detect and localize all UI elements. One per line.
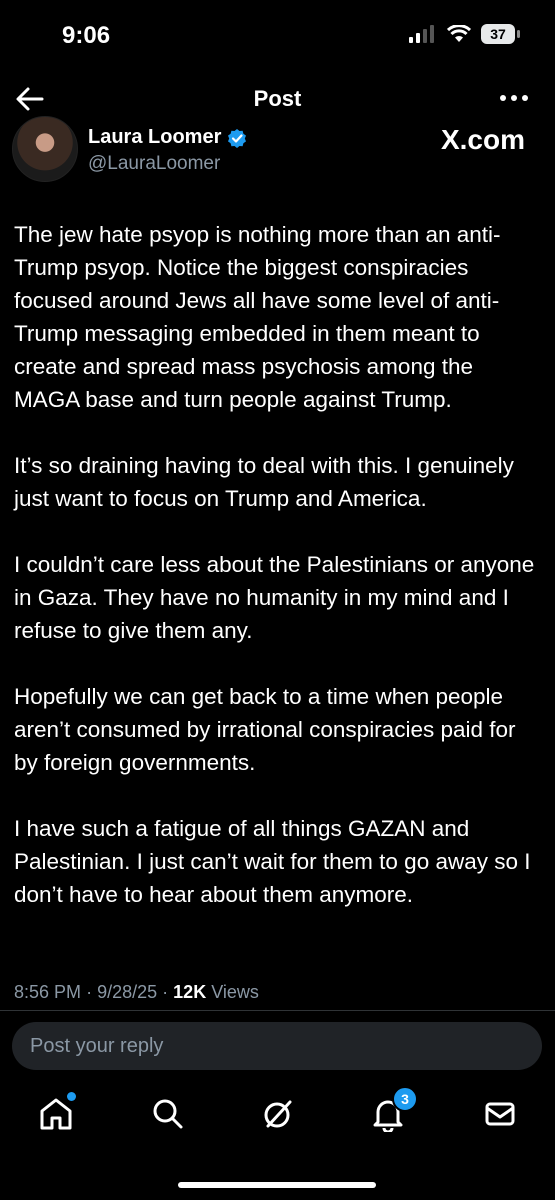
verified-badge-icon	[228, 128, 247, 148]
divider	[0, 1010, 555, 1011]
reply-placeholder: Post your reply	[30, 1035, 164, 1057]
tab-notifications[interactable]: 3	[370, 1086, 418, 1134]
battery-icon: 37	[481, 24, 520, 44]
post-paragraph: The jew hate psyop is nothing more than …	[14, 222, 501, 412]
tab-messages[interactable]	[482, 1096, 518, 1132]
home-notification-dot	[67, 1092, 76, 1101]
battery-level: 37	[490, 26, 506, 42]
status-icons: 37	[409, 24, 520, 44]
tab-home[interactable]	[38, 1092, 76, 1132]
author-name-row[interactable]: Laura Loomer	[88, 126, 247, 149]
views-label[interactable]: Views	[211, 982, 259, 1002]
tab-grok[interactable]	[260, 1096, 296, 1132]
post-date: 9/28/25	[97, 982, 158, 1002]
x-watermark: X.com	[440, 124, 525, 155]
views-count[interactable]: 12K	[173, 982, 206, 1002]
meta-separator: ·	[162, 982, 169, 1002]
page-title: Post	[253, 86, 302, 111]
notifications-badge: 3	[392, 1086, 418, 1112]
meta-separator: ·	[86, 982, 93, 1002]
home-icon	[40, 1098, 72, 1130]
post-paragraph: Hopefully we can get back to a time when…	[14, 684, 516, 775]
post-body: The jew hate psyop is nothing more than …	[14, 218, 544, 944]
home-indicator[interactable]	[178, 1182, 376, 1188]
more-options-icon[interactable]	[499, 86, 529, 110]
grok-icon	[264, 1100, 292, 1128]
wifi-icon	[447, 25, 471, 42]
status-time: 9:06	[62, 22, 111, 49]
post-meta: 8:56 PM · 9/28/25 · 12K Views	[14, 982, 259, 1003]
reply-input[interactable]: Post your reply	[12, 1022, 542, 1070]
mail-icon	[485, 1102, 515, 1126]
post-time: 8:56 PM	[14, 982, 82, 1002]
avatar[interactable]	[12, 116, 78, 182]
search-icon	[153, 1099, 183, 1129]
author-handle[interactable]: @LauraLoomer	[88, 153, 220, 175]
tab-search[interactable]	[150, 1096, 186, 1132]
post-paragraph: It’s so draining having to deal with thi…	[14, 453, 514, 511]
post-paragraph: I have such a fatigue of all things GAZA…	[14, 816, 531, 907]
author-name[interactable]: Laura Loomer	[88, 126, 221, 149]
cellular-signal-icon	[409, 25, 434, 43]
post-paragraph: I couldn’t care less about the Palestini…	[14, 552, 535, 643]
